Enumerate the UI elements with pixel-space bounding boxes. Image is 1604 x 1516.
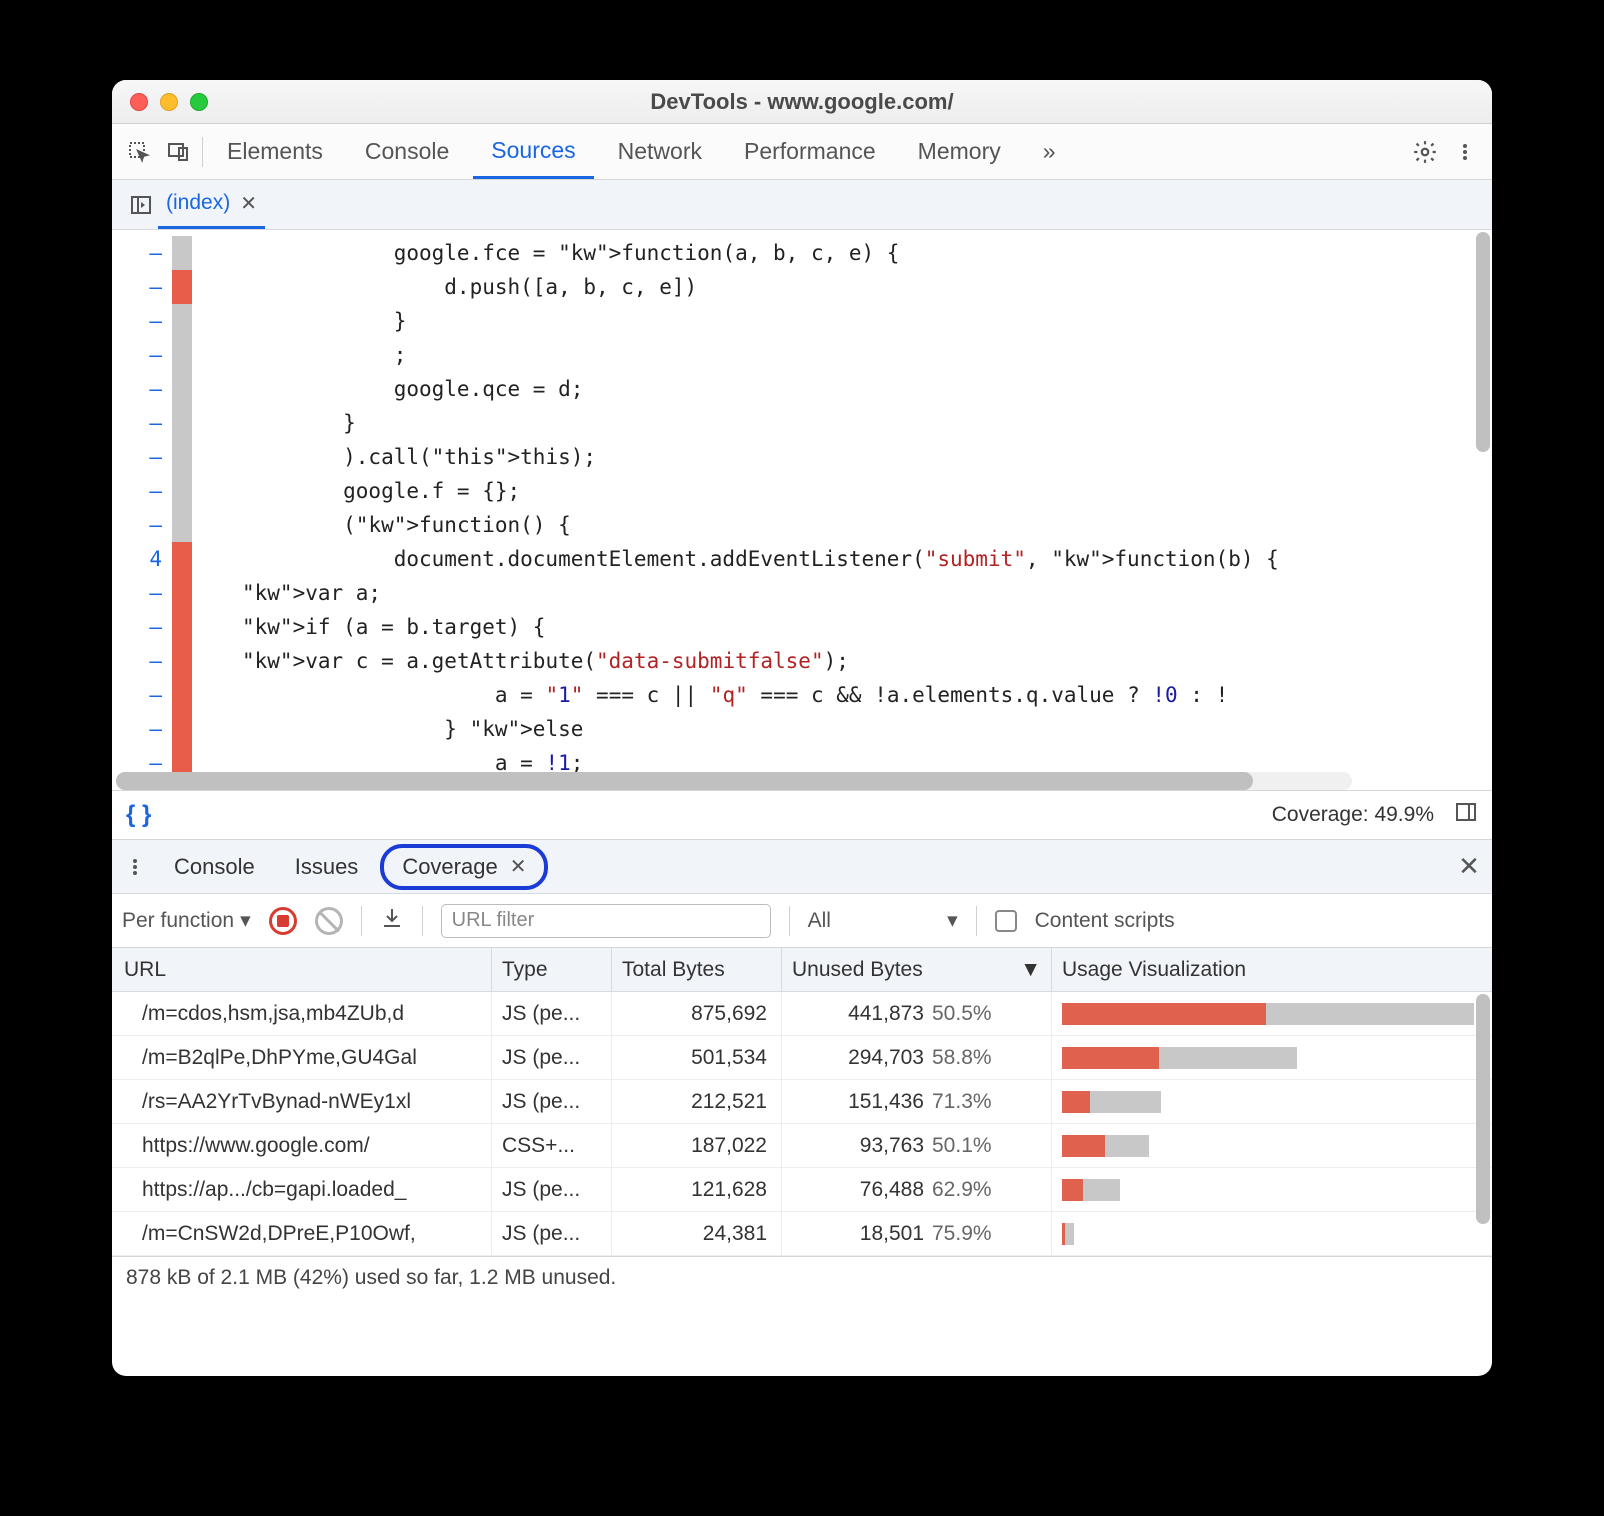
sidebar-toggle-icon[interactable] [1454, 800, 1478, 830]
device-toggle-icon[interactable] [162, 135, 196, 169]
dropdown-icon: ▾ [947, 908, 958, 933]
tab-performance[interactable]: Performance [726, 124, 894, 179]
more-tabs-button[interactable]: » [1025, 124, 1074, 179]
url-filter-input[interactable]: URL filter [441, 904, 771, 938]
close-tab-icon[interactable]: ✕ [240, 191, 257, 216]
coverage-percent-label: Coverage: 49.9% [1272, 803, 1434, 827]
col-header-url[interactable]: URL [112, 948, 492, 991]
titlebar: DevTools - www.google.com/ [112, 80, 1492, 124]
source-tab-label: (index) [166, 191, 230, 215]
coverage-status: 878 kB of 2.1 MB (42%) used so far, 1.2 … [112, 1256, 1492, 1298]
close-drawer-icon[interactable]: ✕ [1452, 850, 1486, 884]
tab-network[interactable]: Network [600, 124, 720, 179]
sort-desc-icon: ▼ [1020, 958, 1041, 982]
table-row[interactable]: /rs=AA2YrTvBynad-nWEy1xl JS (pe... 212,5… [112, 1080, 1492, 1124]
inspect-icon[interactable] [122, 135, 156, 169]
export-icon[interactable] [380, 906, 404, 936]
devtools-window: DevTools - www.google.com/ ElementsConso… [112, 80, 1492, 1376]
tab-console[interactable]: Console [347, 124, 467, 179]
table-row[interactable]: /m=cdos,hsm,jsa,mb4ZUb,d JS (pe... 875,6… [112, 992, 1492, 1036]
content-scripts-label: Content scripts [1035, 909, 1175, 933]
col-header-viz[interactable]: Usage Visualization [1052, 948, 1492, 991]
source-tabs: (index) ✕ [112, 180, 1492, 230]
coverage-table: /m=cdos,hsm,jsa,mb4ZUb,d JS (pe... 875,6… [112, 992, 1492, 1256]
show-navigator-icon[interactable] [124, 188, 158, 222]
horizontal-scrollbar[interactable] [116, 772, 1352, 790]
col-header-total[interactable]: Total Bytes [612, 948, 782, 991]
dropdown-icon: ▾ [240, 908, 251, 933]
tab-memory[interactable]: Memory [900, 124, 1019, 179]
kebab-menu-icon[interactable] [1448, 135, 1482, 169]
tab-elements[interactable]: Elements [209, 124, 341, 179]
granularity-select[interactable]: Per function ▾ [122, 908, 251, 933]
col-header-unused[interactable]: Unused Bytes ▼ [782, 948, 1052, 991]
code-area: –––––––––4–––––– google.fce = "kw">funct… [112, 230, 1492, 790]
source-tab-index[interactable]: (index) ✕ [158, 180, 265, 229]
table-scrollbar[interactable] [1476, 994, 1490, 1224]
content-scripts-checkbox[interactable] [995, 910, 1017, 932]
type-filter-select[interactable]: All ▾ [808, 908, 958, 933]
col-header-type[interactable]: Type [492, 948, 612, 991]
table-row[interactable]: https://ap.../cb=gapi.loaded_ JS (pe... … [112, 1168, 1492, 1212]
table-row[interactable]: https://www.google.com/ CSS+... 187,022 … [112, 1124, 1492, 1168]
table-row[interactable]: /m=CnSW2d,DPreE,P10Owf, JS (pe... 24,381… [112, 1212, 1492, 1256]
code-content[interactable]: google.fce = "kw">function(a, b, c, e) {… [242, 230, 1492, 790]
code-footer: { } Coverage: 49.9% [112, 790, 1492, 840]
clear-button[interactable] [315, 907, 343, 935]
record-button[interactable] [269, 907, 297, 935]
drawer-tab-console[interactable]: Console [156, 854, 273, 880]
drawer-tab-issues[interactable]: Issues [277, 854, 377, 880]
coverage-toolbar: Per function ▾ URL filter All ▾ Content … [112, 894, 1492, 948]
main-tabs: ElementsConsoleSourcesNetworkPerformance… [112, 124, 1492, 180]
window-title: DevTools - www.google.com/ [112, 89, 1492, 115]
code-gutter: –––––––––4–––––– [112, 230, 242, 790]
drawer-tab-coverage[interactable]: Coverage ✕ [380, 844, 548, 890]
drawer-kebab-icon[interactable] [118, 850, 152, 884]
table-row[interactable]: /m=B2qlPe,DhPYme,GU4Gal JS (pe... 501,53… [112, 1036, 1492, 1080]
tab-sources[interactable]: Sources [473, 124, 593, 179]
coverage-table-header: URL Type Total Bytes Unused Bytes ▼ Usag… [112, 948, 1492, 992]
pretty-print-icon[interactable]: { } [126, 801, 151, 829]
drawer-tabs: Console Issues Coverage ✕ ✕ [112, 840, 1492, 894]
vertical-scrollbar[interactable] [1476, 232, 1490, 452]
close-drawer-tab-icon[interactable]: ✕ [510, 854, 527, 879]
settings-icon[interactable] [1408, 135, 1442, 169]
